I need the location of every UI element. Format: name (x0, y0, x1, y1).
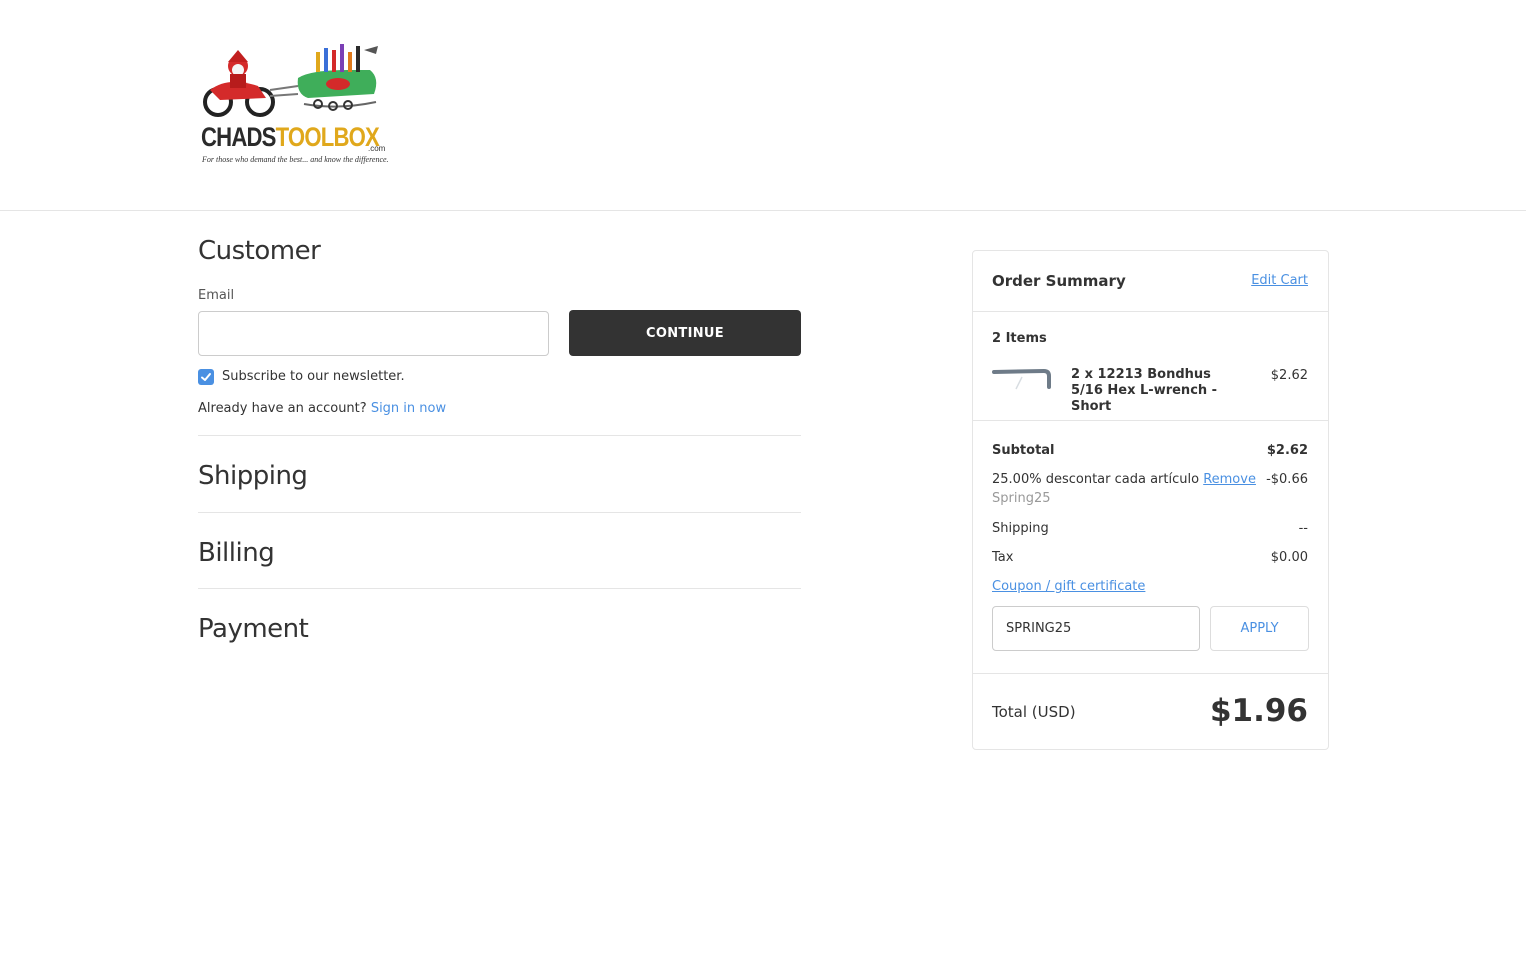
sign-in-link[interactable]: Sign in now (371, 401, 446, 416)
tax-row: Tax $0.00 (992, 550, 1308, 565)
tax-label: Tax (992, 550, 1014, 565)
discount-label-group: 25.00% descontar cada artículo Remove (992, 472, 1256, 487)
items-count: 2 Items (992, 331, 1047, 346)
remove-discount-link[interactable]: Remove (1203, 472, 1256, 487)
shipping-value: -- (1298, 521, 1308, 536)
newsletter-checkbox[interactable] (198, 369, 214, 385)
edit-cart-link[interactable]: Edit Cart (1251, 273, 1308, 288)
logo-domain-suffix: .com (368, 144, 386, 153)
payment-heading[interactable]: Payment (198, 614, 309, 644)
newsletter-label[interactable]: Subscribe to our newsletter. (222, 369, 405, 384)
shipping-row: Shipping -- (992, 521, 1308, 536)
logo-wordmark: CHADSTOOLBOX (201, 122, 380, 152)
account-prompt-text: Already have an account? (198, 401, 367, 416)
line-item-name: 2 x 12213 Bondhus 5/16 Hex L-wrench - Sh… (1071, 367, 1218, 414)
shipping-label: Shipping (992, 521, 1049, 536)
summary-divider (973, 311, 1328, 312)
section-divider (198, 435, 801, 436)
order-summary: Order Summary Edit Cart 2 Items 2 x 1221… (972, 250, 1329, 750)
summary-divider (973, 420, 1328, 421)
coupon-code-input[interactable] (992, 606, 1200, 651)
subtotal-row: Subtotal $2.62 (992, 443, 1308, 458)
subtotal-value: $2.62 (1266, 443, 1308, 458)
subtotal-label: Subtotal (992, 443, 1055, 458)
section-divider (198, 588, 801, 589)
apply-coupon-button[interactable]: APPLY (1210, 606, 1309, 651)
account-prompt: Already have an account? Sign in now (198, 401, 446, 416)
coupon-toggle-link[interactable]: Coupon / gift certificate (992, 579, 1145, 594)
email-label: Email (198, 288, 235, 303)
tax-value: $0.00 (1270, 550, 1308, 565)
discount-code: Spring25 (992, 491, 1051, 506)
section-divider (198, 512, 801, 513)
store-logo[interactable]: CHADSTOOLBOX .com For those who demand t… (198, 40, 389, 172)
customer-heading: Customer (198, 236, 321, 266)
billing-heading[interactable]: Billing (198, 538, 275, 568)
summary-divider (973, 673, 1328, 674)
checkmark-icon (201, 373, 211, 381)
shipping-heading[interactable]: Shipping (198, 461, 308, 491)
line-item-price: $2.62 (1270, 368, 1308, 383)
discount-row: 25.00% descontar cada artículo Remove -$… (992, 472, 1308, 487)
continue-button[interactable]: CONTINUE (569, 310, 801, 356)
total-value: $1.96 (1209, 693, 1308, 729)
discount-value: -$0.66 (1266, 472, 1308, 487)
logo-tagline: For those who demand the best... and kno… (202, 155, 389, 164)
site-header: CHADSTOOLBOX .com For those who demand t… (0, 0, 1526, 211)
hex-wrench-product-icon (992, 368, 1051, 390)
total-label: Total (USD) (992, 703, 1076, 721)
discount-label: 25.00% descontar cada artículo (992, 472, 1200, 487)
email-field[interactable] (198, 311, 549, 356)
